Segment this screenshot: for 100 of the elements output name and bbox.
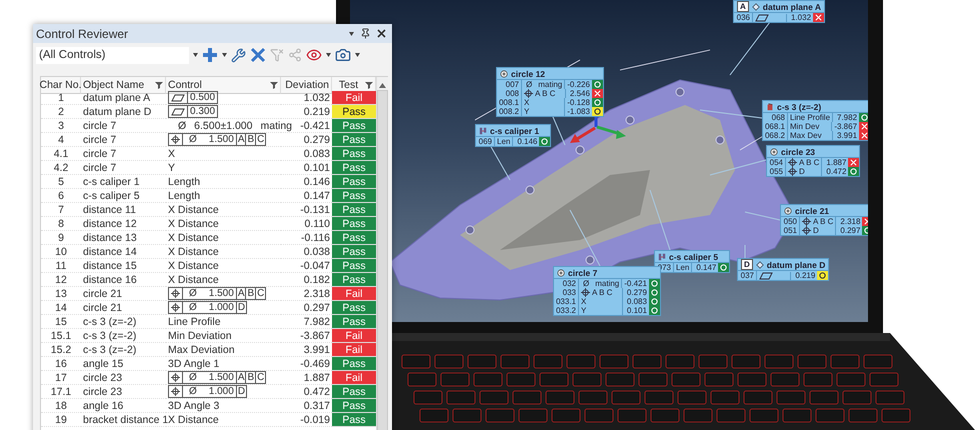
pin-icon[interactable]: [360, 28, 371, 39]
control-label: Len: [676, 263, 690, 272]
test-result-cell: Pass: [332, 315, 376, 329]
tolerance-value: 1.500: [208, 134, 234, 145]
control-type: X Distance: [168, 218, 219, 230]
test-result-cell: Fail: [332, 329, 376, 343]
control-id: 069: [476, 137, 495, 146]
position-symbol-icon: [802, 226, 811, 235]
char-number-cell: 15.2: [41, 343, 81, 357]
control-id: 068: [763, 113, 788, 122]
axis-arrow: [570, 126, 596, 143]
keyboard-key: [632, 354, 662, 368]
deviation-value: -0.128: [566, 98, 591, 107]
filter-icon[interactable]: [155, 81, 163, 89]
callout-title: circle 23: [781, 146, 816, 156]
object-name-cell: distance 14: [81, 245, 166, 259]
keyboard-key: [848, 408, 878, 422]
char-number-cell: 18: [41, 399, 81, 413]
position-symbol-icon: [788, 167, 797, 176]
control-label: mating: [595, 279, 620, 288]
char-number-cell: 17: [41, 371, 81, 385]
deviation-value: 1.887: [825, 158, 848, 167]
deviation-value: 0.146: [516, 137, 538, 146]
position-symbol-icon: [171, 135, 180, 144]
tolerance-value: 1.000: [208, 302, 234, 313]
caret-icon[interactable]: [355, 53, 360, 57]
char-number-cell: 10: [41, 245, 81, 259]
keyboard-key: [744, 390, 772, 404]
control-label: A B C: [799, 158, 820, 167]
filter-icon[interactable]: [365, 81, 373, 89]
filter-icon[interactable]: [270, 81, 278, 89]
object-name-cell: datum plane A: [81, 91, 166, 105]
keyboard-key: [468, 354, 496, 368]
keyboard-key: [440, 372, 470, 386]
char-number-cell: 13: [41, 287, 81, 301]
datum-reference: B: [246, 134, 256, 145]
cross-icon: [815, 14, 822, 21]
test-result-cell: Pass: [332, 273, 376, 287]
datum-reference: A: [236, 288, 246, 299]
keyboard-key: [402, 354, 430, 368]
keyboard-key: [612, 390, 640, 404]
circle-icon: [650, 280, 658, 287]
keyboard-key: [864, 354, 892, 368]
control-label: A B C: [592, 288, 612, 297]
char-number-cell: 1: [41, 91, 81, 105]
caret-icon[interactable]: [193, 53, 198, 57]
deviation-value: 3.991: [836, 131, 858, 140]
circle-icon: [650, 307, 658, 314]
position-symbol-icon: [171, 373, 180, 382]
leader-line: [490, 144, 510, 180]
column-header[interactable]: Object Name: [81, 77, 166, 94]
eye-icon[interactable]: [306, 47, 322, 63]
circle-icon: [819, 272, 826, 279]
position-symbol-icon: [802, 217, 811, 226]
char-number-cell: 4.1: [41, 147, 81, 161]
control-type: X Distance: [168, 414, 219, 426]
close-icon[interactable]: [377, 29, 386, 38]
control-type: X Distance: [168, 260, 219, 272]
caret-icon[interactable]: [326, 53, 331, 57]
controls-dropdown[interactable]: (All Controls): [36, 46, 189, 64]
caret-icon[interactable]: [222, 53, 227, 57]
keyboard-key: [732, 354, 760, 368]
column-header[interactable]: Control: [166, 77, 281, 94]
caret-icon[interactable]: [349, 32, 354, 36]
char-number-cell: 16: [41, 357, 81, 371]
control-id: 007: [497, 80, 522, 89]
camera-icon[interactable]: [335, 47, 351, 63]
add-icon[interactable]: [202, 47, 218, 63]
circle-feature-icon: [770, 148, 778, 156]
test-result-cell: Pass: [332, 259, 376, 273]
control-label: X: [581, 297, 586, 306]
panel-title: Control Reviewer: [36, 26, 130, 40]
object-name-cell: circle 7: [81, 119, 166, 133]
column-header[interactable]: Char No.: [41, 77, 81, 94]
wrench-icon[interactable]: [231, 48, 246, 62]
scroll-up-icon[interactable]: [379, 83, 386, 88]
circle-icon: [594, 99, 601, 106]
delete-icon[interactable]: [250, 47, 266, 63]
keyboard-key: [678, 390, 706, 404]
leader-line: [730, 22, 770, 76]
column-header[interactable]: Deviation: [281, 77, 332, 94]
deviation-value: 1.032: [790, 13, 812, 22]
keyboard-key: [540, 372, 568, 386]
keyboard-key: [618, 408, 646, 422]
keyboard-key: [764, 354, 794, 368]
keyboard-key: [644, 390, 674, 404]
control-id: 032: [554, 279, 579, 288]
char-number-cell: 4.2: [41, 161, 81, 175]
keyboard-key: [750, 408, 778, 422]
control-label: D: [799, 167, 805, 176]
keyboard-key: [810, 390, 838, 404]
object-name-cell: circle 23: [81, 385, 166, 399]
control-id: 054: [767, 158, 786, 167]
fit-type: mating: [260, 120, 292, 132]
leader-line: [744, 244, 746, 258]
keyboard-key: [480, 390, 508, 404]
object-name-cell: distance 16: [81, 273, 166, 287]
char-number-cell: 15: [41, 315, 81, 329]
datum-reference: C: [256, 134, 266, 145]
keyboard-key: [798, 354, 826, 368]
